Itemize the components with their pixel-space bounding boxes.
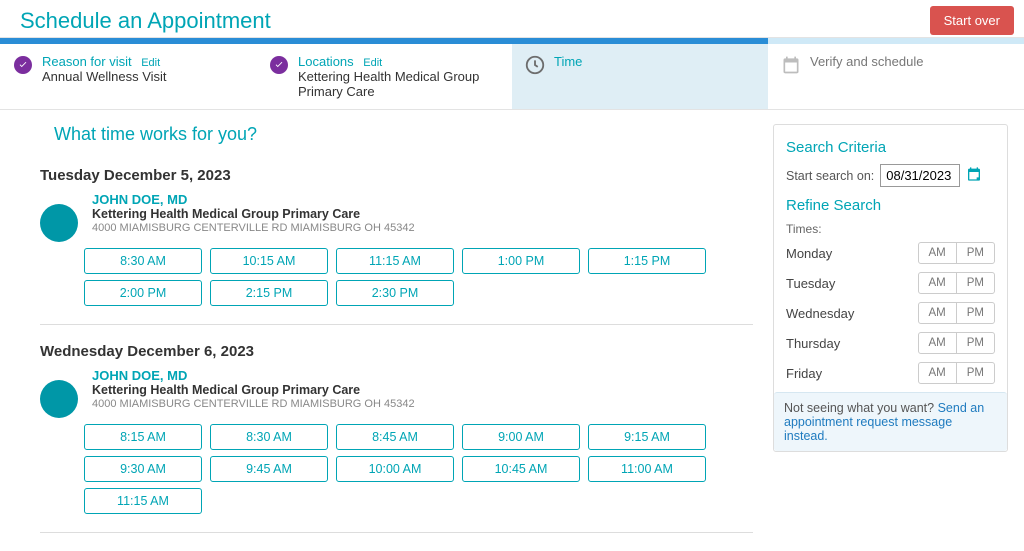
refine-day-name: Monday: [786, 246, 832, 261]
time-slot-button[interactable]: 11:00 AM: [588, 456, 706, 482]
provider-name: JOHN DOE, MD: [92, 192, 415, 207]
step-locations[interactable]: Locations Edit Kettering Health Medical …: [256, 44, 512, 109]
pm-toggle[interactable]: PM: [957, 273, 994, 293]
time-slot-button[interactable]: 9:30 AM: [84, 456, 202, 482]
day-block: Wednesday December 6, 2023 JOHN DOE, MDKe…: [40, 343, 753, 533]
am-toggle[interactable]: AM: [919, 333, 957, 353]
time-slot-button[interactable]: 8:30 AM: [84, 248, 202, 274]
provider-address: 4000 MIAMISBURG CENTERVILLE RD MIAMISBUR…: [92, 222, 415, 234]
search-panel: Search Criteria Start search on: Refine …: [773, 124, 1008, 452]
provider-name: JOHN DOE, MD: [92, 368, 415, 383]
step-locations-value: Kettering Health Medical Group Primary C…: [298, 69, 500, 99]
am-pm-toggle: AMPM: [918, 332, 996, 354]
time-slot-button[interactable]: 1:15 PM: [588, 248, 706, 274]
step-reason-label: Reason for visit: [42, 54, 132, 69]
step-locations-edit[interactable]: Edit: [363, 57, 382, 69]
clock-icon: [524, 54, 546, 76]
provider-location: Kettering Health Medical Group Primary C…: [92, 207, 415, 221]
pm-toggle[interactable]: PM: [957, 363, 994, 383]
am-pm-toggle: AMPM: [918, 242, 996, 264]
step-time[interactable]: Time: [512, 44, 768, 109]
refine-day-name: Thursday: [786, 336, 840, 351]
am-toggle[interactable]: AM: [919, 303, 957, 323]
start-over-button[interactable]: Start over: [930, 6, 1014, 35]
pm-toggle[interactable]: PM: [957, 303, 994, 323]
am-pm-toggle: AMPM: [918, 302, 996, 324]
time-slot-button[interactable]: 2:30 PM: [336, 280, 454, 306]
refine-day-name: Friday: [786, 366, 822, 381]
page-title: Schedule an Appointment: [20, 8, 271, 34]
info-lead: Not seeing what you want?: [784, 401, 934, 415]
info-box: Not seeing what you want? Send an appoin…: [774, 392, 1007, 451]
day-title: Wednesday December 6, 2023: [40, 343, 753, 360]
times-label: Times:: [786, 222, 995, 236]
refine-day-row: Thursday AMPM: [786, 332, 995, 354]
start-search-input[interactable]: [880, 164, 960, 187]
progress-bar: [0, 38, 1024, 44]
start-search-label: Start search on:: [786, 169, 874, 183]
time-slot-button[interactable]: 10:00 AM: [336, 456, 454, 482]
provider-avatar: [40, 204, 78, 242]
search-criteria-title: Search Criteria: [786, 139, 995, 156]
step-time-label: Time: [554, 54, 582, 69]
provider-avatar: [40, 380, 78, 418]
time-slot-button[interactable]: 1:00 PM: [462, 248, 580, 274]
provider-location: Kettering Health Medical Group Primary C…: [92, 383, 415, 397]
time-slot-button[interactable]: 8:30 AM: [210, 424, 328, 450]
time-slot-button[interactable]: 9:00 AM: [462, 424, 580, 450]
step-reason-edit[interactable]: Edit: [141, 57, 160, 69]
refine-day-row: Friday AMPM: [786, 362, 995, 384]
refine-day-name: Wednesday: [786, 306, 854, 321]
step-verify-label: Verify and schedule: [810, 54, 923, 69]
step-verify: Verify and schedule: [768, 44, 1024, 109]
time-slot-button[interactable]: 11:15 AM: [336, 248, 454, 274]
calendar-picker-icon[interactable]: [966, 166, 982, 185]
refine-search-title: Refine Search: [786, 197, 995, 214]
refine-day-row: Wednesday AMPM: [786, 302, 995, 324]
refine-day-row: Tuesday AMPM: [786, 272, 995, 294]
day-title: Tuesday December 5, 2023: [40, 167, 753, 184]
refine-day-name: Tuesday: [786, 276, 835, 291]
time-slot-button[interactable]: 10:45 AM: [462, 456, 580, 482]
check-icon: [14, 56, 32, 74]
time-slot-button[interactable]: 8:15 AM: [84, 424, 202, 450]
am-pm-toggle: AMPM: [918, 362, 996, 384]
time-slot-button[interactable]: 9:15 AM: [588, 424, 706, 450]
time-slot-button[interactable]: 9:45 AM: [210, 456, 328, 482]
day-block: Tuesday December 5, 2023 JOHN DOE, MDKett…: [40, 167, 753, 325]
prompt-heading: What time works for you?: [54, 124, 753, 145]
step-locations-label: Locations: [298, 54, 354, 69]
am-toggle[interactable]: AM: [919, 273, 957, 293]
step-reason[interactable]: Reason for visit Edit Annual Wellness Vi…: [0, 44, 256, 109]
am-toggle[interactable]: AM: [919, 363, 957, 383]
progress-fill: [0, 38, 768, 44]
step-reason-value: Annual Wellness Visit: [42, 69, 167, 84]
time-slot-button[interactable]: 11:15 AM: [84, 488, 202, 514]
calendar-icon: [780, 54, 802, 76]
provider-address: 4000 MIAMISBURG CENTERVILLE RD MIAMISBUR…: [92, 398, 415, 410]
pm-toggle[interactable]: PM: [957, 333, 994, 353]
am-toggle[interactable]: AM: [919, 243, 957, 263]
time-slot-button[interactable]: 8:45 AM: [336, 424, 454, 450]
pm-toggle[interactable]: PM: [957, 243, 994, 263]
step-tabs: Reason for visit Edit Annual Wellness Vi…: [0, 44, 1024, 110]
time-slot-button[interactable]: 2:00 PM: [84, 280, 202, 306]
am-pm-toggle: AMPM: [918, 272, 996, 294]
time-slot-button[interactable]: 2:15 PM: [210, 280, 328, 306]
check-icon: [270, 56, 288, 74]
refine-day-row: Monday AMPM: [786, 242, 995, 264]
time-slot-button[interactable]: 10:15 AM: [210, 248, 328, 274]
